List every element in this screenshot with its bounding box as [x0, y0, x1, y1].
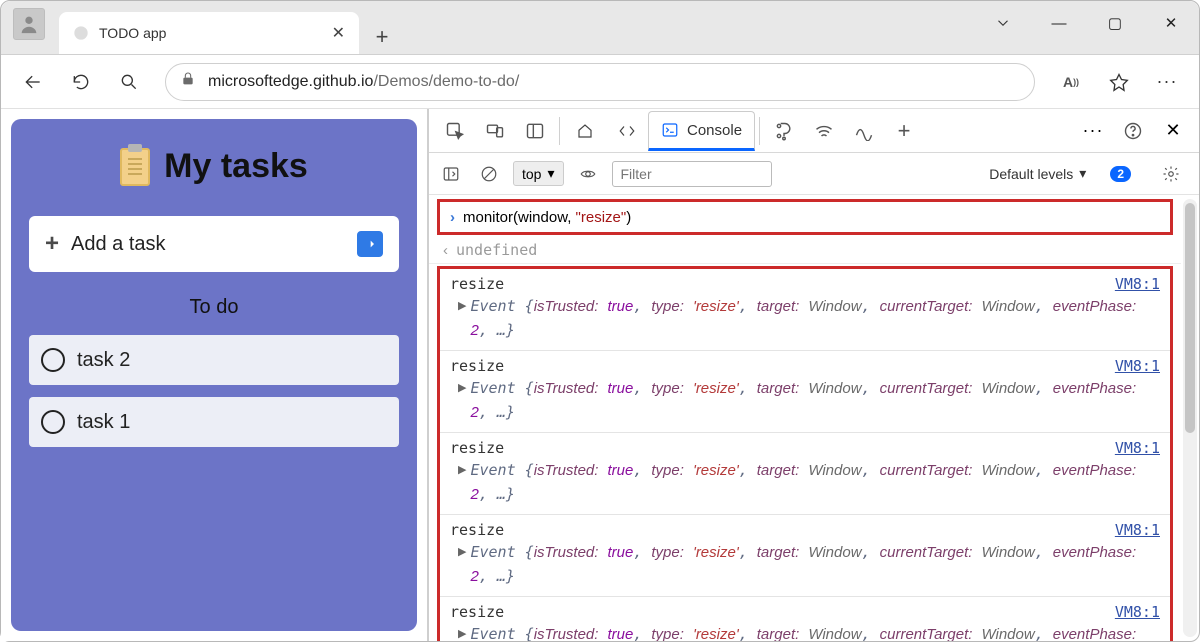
devtools-tabbar: Console + ··· ✕ — [429, 109, 1199, 153]
console-log-entry[interactable]: resize VM8:1 ▶ Event {isTrusted: true, type… — [440, 351, 1170, 433]
task-checkbox[interactable] — [41, 348, 65, 372]
return-chevron-icon: ‹ — [443, 242, 448, 259]
section-header: To do — [21, 296, 407, 319]
tab-close-icon[interactable]: ✕ — [332, 23, 345, 43]
tab-welcome[interactable] — [564, 111, 606, 151]
console-toolbar: top▾ Default levels▾ 2 — [429, 153, 1199, 195]
console-log-entry[interactable]: resize VM8:1 ▶ Event {isTrusted: true, type… — [440, 515, 1170, 597]
window-minimize-button[interactable]: — — [1031, 1, 1087, 45]
help-button[interactable] — [1113, 111, 1153, 151]
search-button[interactable] — [107, 60, 151, 104]
log-source-link[interactable]: VM8:1 — [1115, 439, 1160, 457]
console-return-row: ‹ undefined — [429, 237, 1181, 264]
favorite-button[interactable] — [1097, 60, 1141, 104]
log-event-object: Event {isTrusted: true, type: 'resize', … — [470, 377, 1160, 424]
log-event-object: Event {isTrusted: true, type: 'resize', … — [470, 541, 1160, 588]
devtools-panel: Console + ··· ✕ top▾ Default le — [427, 109, 1199, 641]
plus-icon: + — [45, 230, 59, 258]
log-event-object: Event {isTrusted: true, type: 'resize', … — [470, 623, 1160, 641]
log-source-link[interactable]: VM8:1 — [1115, 521, 1160, 539]
log-source-link[interactable]: VM8:1 — [1115, 603, 1160, 621]
console-sidebar-toggle[interactable] — [437, 154, 465, 194]
console-output[interactable]: › monitor(window, "resize") ‹ undefined … — [429, 195, 1199, 641]
log-event-name: resize — [450, 603, 504, 621]
tab-title: TODO app — [99, 25, 322, 41]
expand-triangle-icon[interactable]: ▶ — [458, 381, 466, 394]
add-task-input[interactable]: + Add a task — [29, 216, 399, 272]
log-event-object: Event {isTrusted: true, type: 'resize', … — [470, 295, 1160, 342]
console-log-entry[interactable]: resize VM8:1 ▶ Event {isTrusted: true, type… — [440, 269, 1170, 351]
address-url: microsoftedge.github.io/Demos/demo-to-do… — [208, 73, 519, 91]
console-log-entry[interactable]: resize VM8:1 ▶ Event {isTrusted: true, type… — [440, 433, 1170, 515]
task-label: task 1 — [77, 411, 130, 434]
tab-console[interactable]: Console — [648, 111, 755, 151]
task-row[interactable]: task 2 — [29, 335, 399, 385]
console-settings-button[interactable] — [1151, 154, 1191, 194]
tab-console-label: Console — [687, 122, 742, 139]
new-tab-button[interactable]: + — [365, 20, 399, 54]
reload-button[interactable] — [59, 60, 103, 104]
log-event-name: resize — [450, 521, 504, 539]
profile-avatar[interactable] — [13, 8, 45, 40]
window-maximize-button[interactable]: ▢ — [1087, 1, 1143, 45]
prompt-chevron-icon: › — [450, 209, 455, 226]
tab-elements[interactable] — [606, 111, 648, 151]
devtools-close-button[interactable]: ✕ — [1153, 111, 1193, 151]
log-event-object: Event {isTrusted: true, type: 'resize', … — [470, 459, 1160, 506]
devtools-menu-button[interactable]: ··· — [1073, 111, 1113, 151]
expand-triangle-icon[interactable]: ▶ — [458, 545, 466, 558]
window-close-button[interactable]: ✕ — [1143, 1, 1199, 45]
log-event-name: resize — [450, 357, 504, 375]
window-titlebar: TODO app ✕ + — ▢ ✕ — [1, 1, 1199, 55]
add-task-placeholder: Add a task — [71, 233, 166, 256]
inspect-element-button[interactable] — [435, 111, 475, 151]
address-bar[interactable]: microsoftedge.github.io/Demos/demo-to-do… — [165, 63, 1035, 101]
expand-triangle-icon[interactable]: ▶ — [458, 627, 466, 640]
site-info-lock-icon[interactable] — [180, 71, 196, 92]
performance-icon[interactable] — [844, 111, 884, 151]
network-conditions-icon[interactable] — [804, 111, 844, 151]
clear-console-button[interactable] — [475, 154, 503, 194]
log-source-link[interactable]: VM8:1 — [1115, 357, 1160, 375]
back-button[interactable] — [11, 60, 55, 104]
device-emulation-button[interactable] — [475, 111, 515, 151]
sources-shortcut-icon[interactable] — [764, 111, 804, 151]
expand-triangle-icon[interactable]: ▶ — [458, 463, 466, 476]
console-filter-input[interactable] — [612, 161, 772, 187]
page-viewport: My tasks + Add a task To do task 2 task 1 — [1, 109, 427, 641]
submit-task-button[interactable] — [357, 231, 383, 257]
live-expression-button[interactable] — [574, 154, 602, 194]
console-log-entry[interactable]: resize VM8:1 ▶ Event {isTrusted: true, type… — [440, 597, 1170, 641]
task-label: task 2 — [77, 349, 130, 372]
more-tabs-button[interactable]: + — [884, 111, 924, 151]
expand-triangle-icon[interactable]: ▶ — [458, 299, 466, 312]
tab-actions-chevron-icon[interactable] — [975, 1, 1031, 45]
read-aloud-button[interactable]: A)) — [1049, 60, 1093, 104]
clipboard-icon — [120, 148, 150, 186]
log-event-name: resize — [450, 275, 504, 293]
issues-counter[interactable]: 2 — [1110, 166, 1131, 182]
log-event-name: resize — [450, 439, 504, 457]
browser-navbar: microsoftedge.github.io/Demos/demo-to-do… — [1, 55, 1199, 109]
browser-menu-button[interactable]: ··· — [1145, 60, 1189, 104]
console-scroll-thumb[interactable] — [1185, 203, 1195, 433]
task-row[interactable]: task 1 — [29, 397, 399, 447]
execution-context-selector[interactable]: top▾ — [513, 161, 564, 186]
issues-badge: 2 — [1110, 166, 1131, 182]
log-levels-selector[interactable]: Default levels▾ — [989, 165, 1086, 182]
console-command-text: monitor(window, "resize") — [463, 208, 631, 226]
console-return-value: undefined — [456, 241, 537, 259]
console-command-row: › monitor(window, "resize") — [437, 199, 1173, 235]
browser-tab[interactable]: TODO app ✕ — [59, 12, 359, 54]
page-title: My tasks — [164, 147, 308, 186]
dock-side-button[interactable] — [515, 111, 555, 151]
tab-favicon — [73, 25, 89, 41]
task-checkbox[interactable] — [41, 410, 65, 434]
log-source-link[interactable]: VM8:1 — [1115, 275, 1160, 293]
console-scrollbar[interactable] — [1183, 199, 1197, 637]
